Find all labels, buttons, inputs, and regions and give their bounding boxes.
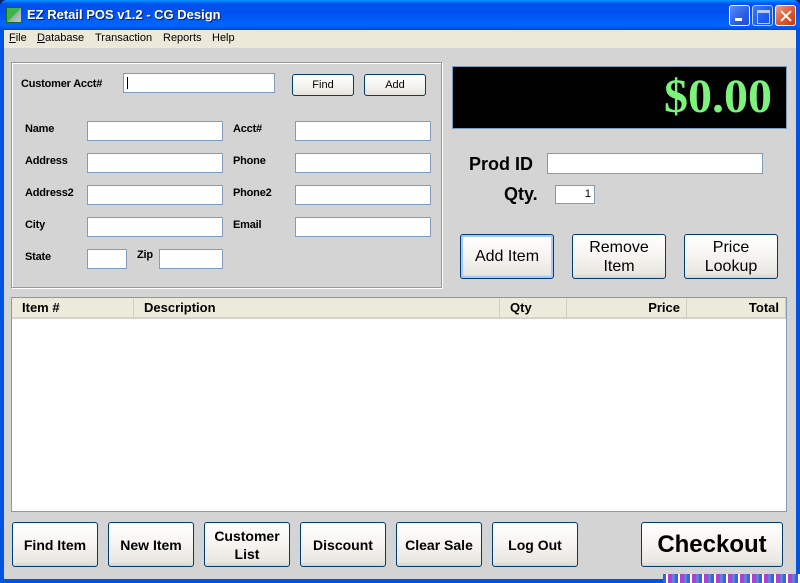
zip-label: Zip — [137, 249, 153, 261]
prod-id-input[interactable] — [547, 153, 763, 174]
email-label: Email — [233, 219, 262, 231]
name-input[interactable] — [87, 121, 223, 141]
column-header-total[interactable]: Total — [687, 298, 786, 318]
prod-id-label: Prod ID — [469, 154, 534, 174]
city-label: City — [25, 219, 45, 231]
state-input[interactable] — [87, 249, 127, 269]
address-input[interactable] — [87, 153, 223, 173]
acct-label: Acct# — [233, 123, 262, 135]
name-label: Name — [25, 123, 55, 135]
minimize-button[interactable] — [729, 5, 750, 26]
customer-acct-input[interactable] — [123, 73, 275, 93]
remove-item-button[interactable]: Remove Item — [572, 234, 666, 279]
checkout-button[interactable]: Checkout — [641, 522, 783, 567]
address2-input[interactable] — [87, 185, 223, 205]
city-input[interactable] — [87, 217, 223, 237]
text-cursor — [127, 77, 128, 89]
app-icon[interactable] — [6, 7, 22, 23]
close-button[interactable] — [775, 5, 796, 26]
customer-list-button[interactable]: Customer List — [204, 522, 290, 567]
email-input[interactable] — [295, 217, 431, 237]
acct-input[interactable] — [295, 121, 431, 141]
column-header-description[interactable]: Description — [134, 298, 500, 318]
window-title: EZ Retail POS v1.2 - CG Design — [27, 7, 221, 22]
items-table[interactable]: Item # Description Qty Price Total — [11, 297, 787, 512]
phone-input[interactable] — [295, 153, 431, 173]
new-item-button[interactable]: New Item — [108, 522, 194, 567]
total-display: $0.00 — [452, 66, 787, 129]
address2-label: Address2 — [25, 187, 74, 199]
add-item-button[interactable]: Add Item — [460, 234, 554, 279]
phone2-input[interactable] — [295, 185, 431, 205]
zip-input[interactable] — [159, 249, 223, 269]
find-item-button[interactable]: Find Item — [12, 522, 98, 567]
state-label: State — [25, 251, 51, 263]
menu-reports[interactable]: Reports — [163, 32, 202, 44]
menu-help[interactable]: Help — [212, 32, 235, 44]
items-table-header: Item # Description Qty Price Total — [12, 298, 786, 319]
pos-window: EZ Retail POS v1.2 - CG Design File Data… — [0, 0, 800, 583]
qty-label: Qty. — [504, 184, 538, 204]
render-artifact — [663, 574, 800, 583]
menu-bar: File Database Transaction Reports Help — [4, 30, 796, 48]
menu-file[interactable]: File — [9, 32, 27, 44]
title-bar[interactable]: EZ Retail POS v1.2 - CG Design — [0, 0, 800, 30]
column-header-price[interactable]: Price — [567, 298, 687, 318]
maximize-button[interactable] — [752, 5, 773, 26]
add-customer-button[interactable]: Add — [364, 74, 426, 96]
column-header-item-number[interactable]: Item # — [12, 298, 134, 318]
phone-label: Phone — [233, 155, 266, 167]
clear-sale-button[interactable]: Clear Sale — [396, 522, 482, 567]
customer-acct-label: Customer Acct# — [21, 78, 103, 90]
phone2-label: Phone2 — [233, 187, 272, 199]
log-out-button[interactable]: Log Out — [492, 522, 578, 567]
discount-button[interactable]: Discount — [300, 522, 386, 567]
price-lookup-button[interactable]: Price Lookup — [684, 234, 778, 279]
address-label: Address — [25, 155, 68, 167]
menu-transaction[interactable]: Transaction — [95, 32, 152, 44]
qty-input[interactable]: 1 — [555, 185, 595, 204]
total-amount: $0.00 — [664, 70, 772, 123]
column-header-qty[interactable]: Qty — [500, 298, 567, 318]
client-area: File Database Transaction Reports Help C… — [4, 30, 796, 579]
find-customer-button[interactable]: Find — [292, 74, 354, 96]
menu-database[interactable]: Database — [37, 32, 84, 44]
